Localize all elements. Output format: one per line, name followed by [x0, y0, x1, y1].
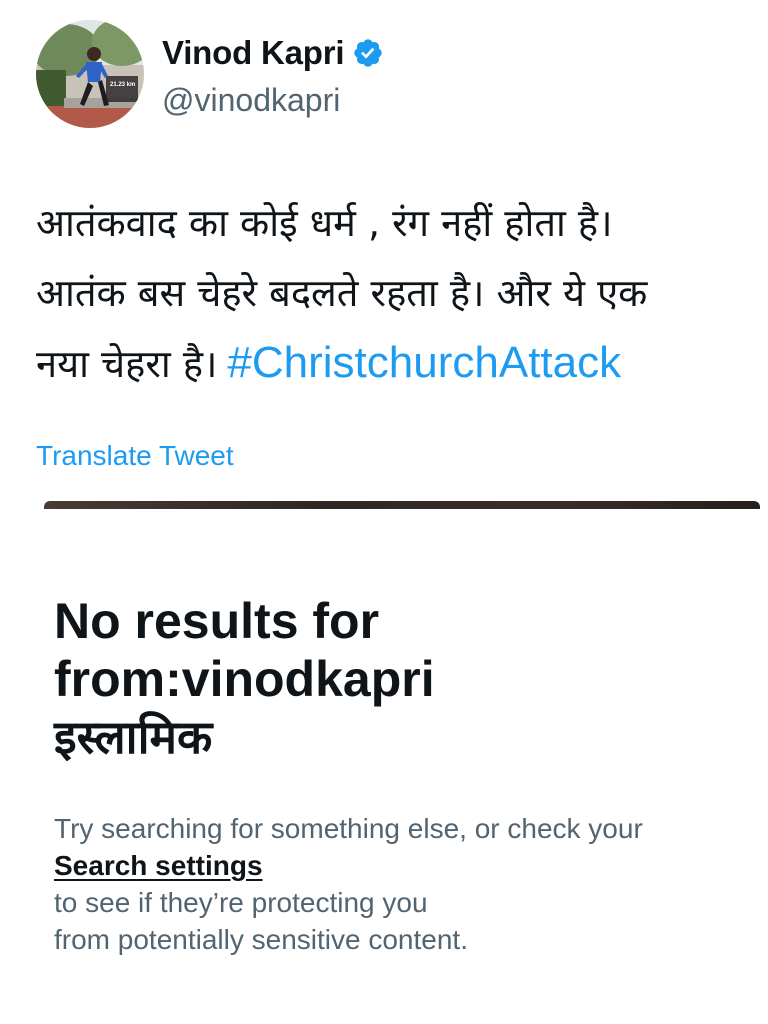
no-results-desc-line-1: Try searching for something else, or che…	[54, 813, 643, 844]
screenshot-page: 21.23 km Vinod Kapri @vinodkapri आतंकवाद…	[0, 0, 768, 1024]
no-results-desc-line-2-rest: to see if they’re protecting you	[54, 887, 428, 918]
tweet-text-line-2: आतंक बस चेहरे बदलते रहता है। और ये एक	[36, 271, 648, 315]
search-settings-link[interactable]: Search settings	[54, 850, 263, 881]
no-results-title-line-3: इस्लामिक	[54, 710, 213, 764]
author-avatar[interactable]: 21.23 km	[36, 20, 144, 128]
tweet-media-edge[interactable]	[44, 501, 760, 509]
hashtag-link[interactable]: #ChristchurchAttack	[227, 338, 621, 387]
avatar-photo: 21.23 km	[36, 20, 144, 128]
verified-badge-icon	[354, 39, 383, 67]
tweet-text-line-3-text: नया चेहरा है।	[36, 342, 218, 386]
author-handle[interactable]: @vinodkapri	[162, 82, 340, 119]
tweet-text-line-1: आतंकवाद का कोई धर्म , रंग नहीं होता है।	[36, 201, 613, 245]
no-results-desc-line-2: Search settings to see if they’re protec…	[54, 847, 744, 921]
no-results-desc-line-3: from potentially sensitive content.	[54, 924, 468, 955]
tweet-text-line-3: नया चेहरा है। #ChristchurchAttack	[36, 328, 768, 398]
avatar-overlay-text: 21.23 km	[110, 82, 135, 88]
tweet-text: आतंकवाद का कोई धर्म , रंग नहीं होता है। …	[36, 188, 768, 398]
no-results-title-line-1: No results for	[54, 593, 380, 649]
no-results-title: No results for from:vinodkapri इस्लामिक	[54, 592, 734, 766]
no-results-title-line-2: from:vinodkapri	[54, 651, 435, 707]
no-results-description: Try searching for something else, or che…	[54, 810, 744, 958]
translate-tweet-link[interactable]: Translate Tweet	[36, 440, 234, 472]
author-name-row[interactable]: Vinod Kapri	[162, 34, 384, 72]
author-name: Vinod Kapri	[162, 34, 345, 71]
